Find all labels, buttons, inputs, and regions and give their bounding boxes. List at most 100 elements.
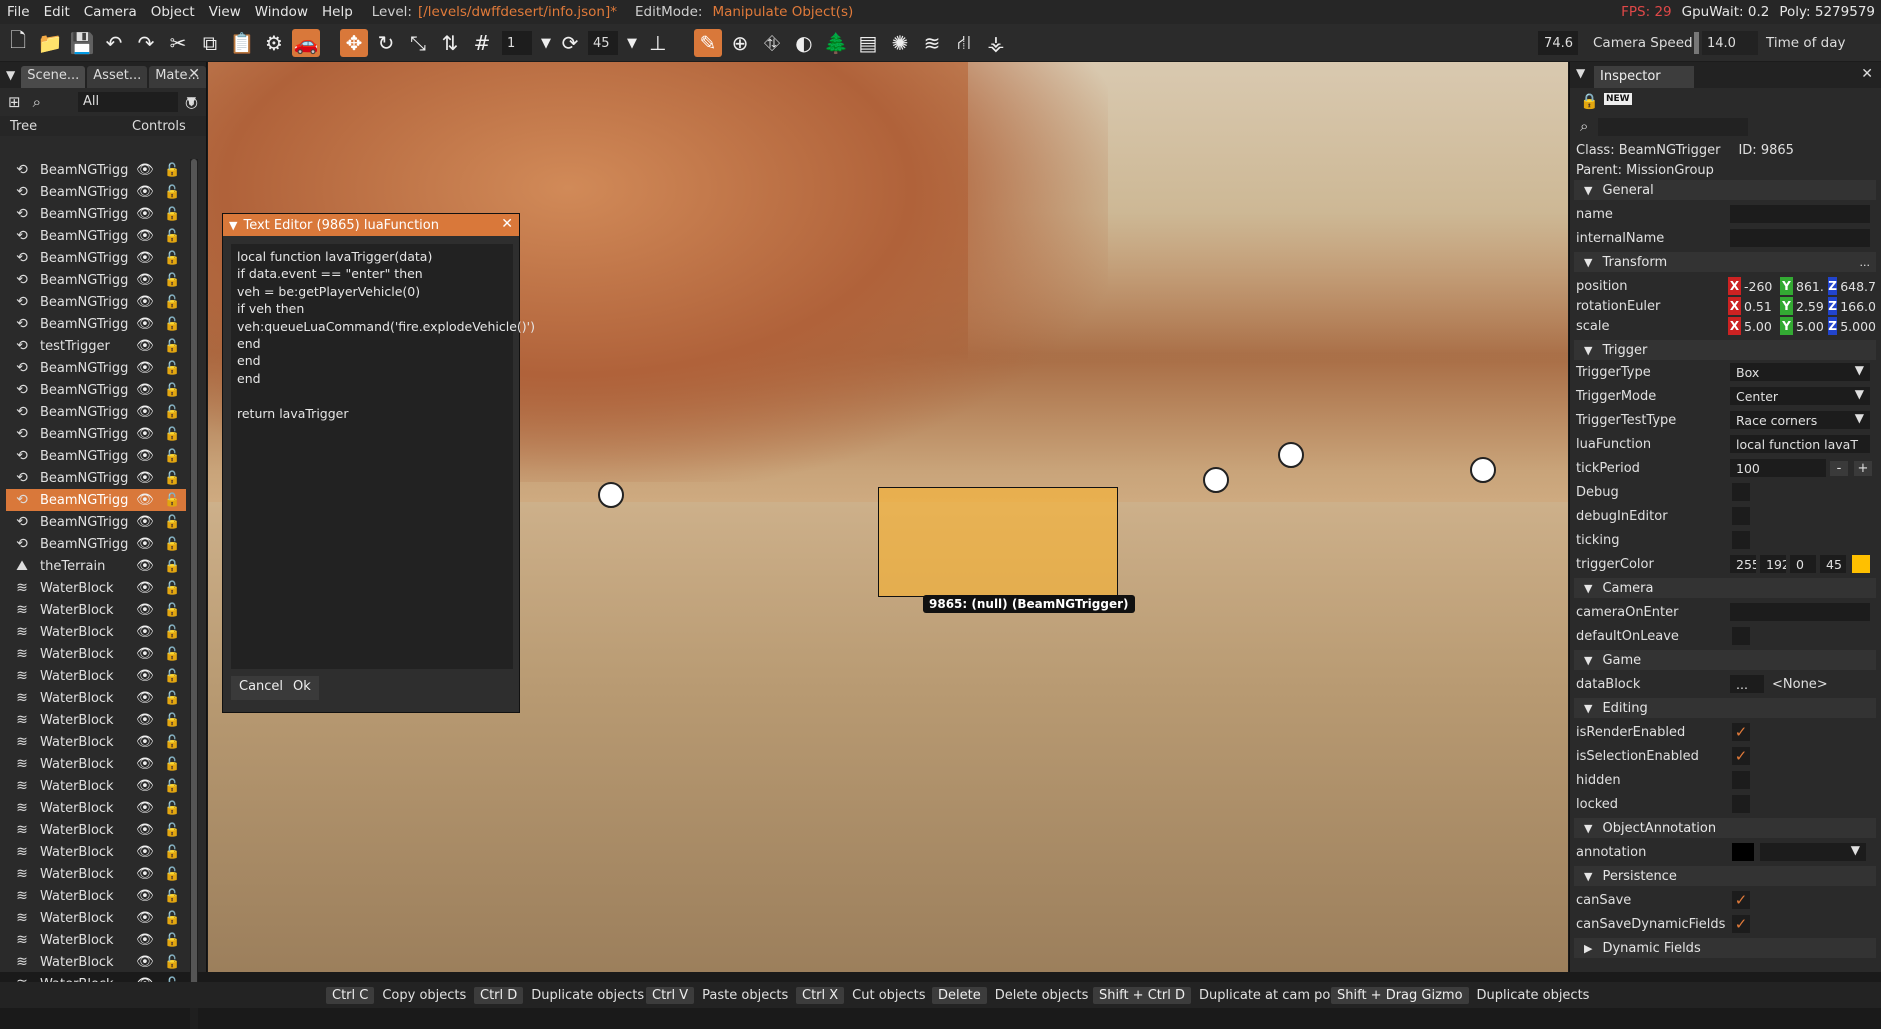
triggertesttype-select[interactable]: Race corners ▼	[1730, 411, 1870, 429]
trigger-marker-icon[interactable]	[1470, 457, 1496, 483]
tree-row[interactable]: ≋ WaterBlock 👁 🔓	[6, 951, 186, 973]
tree-row[interactable]: ⟲ BeamNGTrigg 👁 🔓	[6, 445, 186, 467]
drop-to-ground-icon[interactable]: ⊥	[644, 29, 672, 57]
lock-open-icon[interactable]: 🔓	[164, 669, 180, 684]
tree-row[interactable]: ⟲ BeamNGTrigg 👁 🔓	[6, 203, 186, 225]
lock-open-icon[interactable]: 🔓	[164, 229, 180, 244]
lock-open-icon[interactable]: 🔓	[164, 537, 180, 552]
scale-y-input[interactable]: Y 5.00	[1780, 317, 1826, 335]
tree-row[interactable]: ⟲ BeamNGTrigg 👁 🔓	[6, 225, 186, 247]
visibility-eye-icon[interactable]: 👁	[136, 580, 154, 596]
visibility-eye-icon[interactable]: 👁	[136, 778, 154, 794]
chevron-down-icon[interactable]: ▼	[618, 29, 646, 57]
tree-row[interactable]: ⟲ BeamNGTrigg 👁 🔓	[6, 357, 186, 379]
tree-row[interactable]: ⟲ BeamNGTrigg 👁 🔓	[6, 467, 186, 489]
edit-pencil-icon[interactable]: ✎	[694, 29, 722, 57]
menu-edit[interactable]: Edit	[37, 4, 77, 20]
visibility-eye-icon[interactable]: 👁	[136, 492, 154, 508]
menu-camera[interactable]: Camera	[77, 4, 144, 20]
lock-open-icon[interactable]: 🔓	[164, 295, 180, 310]
rotation-x-input[interactable]: X 0.51	[1728, 297, 1778, 315]
trigger-marker-icon[interactable]	[598, 482, 624, 508]
section-trigger[interactable]: ▼ Trigger	[1574, 340, 1876, 360]
tree-row[interactable]: ⟲ BeamNGTrigg 👁 🔓	[6, 269, 186, 291]
navmesh-icon[interactable]: ⚶	[982, 29, 1010, 57]
broadcast-icon[interactable]: ◎	[185, 93, 198, 111]
new-icon[interactable]: NEW	[1604, 93, 1632, 105]
visibility-eye-icon[interactable]: 👁	[136, 272, 154, 288]
new-file-icon[interactable]: 🗋	[4, 28, 32, 57]
lock-open-icon[interactable]: 🔓	[164, 647, 180, 662]
lock-open-icon[interactable]: 🔓	[164, 889, 180, 904]
visibility-eye-icon[interactable]: 👁	[136, 932, 154, 948]
lock-open-icon[interactable]: 🔓	[164, 911, 180, 926]
tree-row[interactable]: ≋ WaterBlock 👁 🔓	[6, 819, 186, 841]
ticking-checkbox[interactable]	[1732, 531, 1750, 549]
rotation-y-input[interactable]: Y 2.59	[1780, 297, 1826, 315]
cut-icon[interactable]: ✂	[164, 29, 192, 57]
tree-scrollbar[interactable]	[190, 159, 198, 1029]
section-camera[interactable]: ▼ Camera	[1574, 578, 1876, 598]
section-transform[interactable]: ▼ Transform...	[1574, 252, 1876, 272]
undo-icon[interactable]: ↶	[100, 29, 128, 57]
visibility-eye-icon[interactable]: 👁	[136, 228, 154, 244]
visibility-eye-icon[interactable]: 👁	[136, 162, 154, 178]
tree-row[interactable]: ≋ WaterBlock 👁 🔓	[6, 621, 186, 643]
tree-row[interactable]: ≋ WaterBlock 👁 🔓	[6, 929, 186, 951]
tree-row[interactable]: ⟲ BeamNGTrigg 👁 🔓	[6, 401, 186, 423]
lock-open-icon[interactable]: 🔓	[164, 515, 180, 530]
snap-value[interactable]: 1	[502, 31, 532, 55]
annotation-select[interactable]: ▼	[1760, 843, 1866, 861]
lock-open-icon[interactable]: 🔓	[164, 757, 180, 772]
visibility-eye-icon[interactable]: 👁	[136, 646, 154, 662]
search-icon[interactable]: ⌕	[33, 93, 41, 111]
tree-row[interactable]: ≋ WaterBlock 👁 🔓	[6, 841, 186, 863]
menu-help[interactable]: Help	[315, 4, 360, 20]
visibility-eye-icon[interactable]: 👁	[136, 470, 154, 486]
tree-row[interactable]: ⟲ BeamNGTrigg 👁 🔓	[6, 511, 186, 533]
checkmark-icon[interactable]: ✓	[1732, 747, 1750, 765]
lock-open-icon[interactable]: 🔓	[164, 339, 180, 354]
lock-open-icon[interactable]: 🔓	[164, 427, 180, 442]
lock-closed-icon[interactable]: 🔒	[164, 559, 180, 574]
lock-open-icon[interactable]: 🔓	[164, 933, 180, 948]
visibility-eye-icon[interactable]: 👁	[136, 536, 154, 552]
color-b-input[interactable]: 0	[1790, 555, 1816, 573]
lock-open-icon[interactable]: 🔓	[164, 713, 180, 728]
visibility-eye-icon[interactable]: 👁	[136, 184, 154, 200]
visibility-eye-icon[interactable]: 👁	[136, 954, 154, 970]
layers-icon[interactable]: ▤	[854, 29, 882, 57]
visibility-eye-icon[interactable]: 👁	[136, 844, 154, 860]
lock-open-icon[interactable]: 🔓	[164, 185, 180, 200]
tree-row[interactable]: ⟲ BeamNGTrigg 👁 🔓	[6, 489, 186, 511]
collapse-icon[interactable]: ▼	[229, 219, 237, 232]
triggermode-select[interactable]: Center ▼	[1730, 387, 1870, 405]
inspector-search-input[interactable]	[1598, 118, 1748, 136]
visibility-eye-icon[interactable]: 👁	[136, 624, 154, 640]
locked-checkbox[interactable]	[1732, 795, 1750, 813]
visibility-eye-icon[interactable]: 👁	[136, 690, 154, 706]
tree-row[interactable]: ⟲ BeamNGTrigg 👁 🔓	[6, 533, 186, 555]
forest-icon[interactable]: 🌲	[822, 29, 850, 57]
close-icon[interactable]: ✕	[1861, 66, 1873, 82]
add-object-icon[interactable]: ⊕	[726, 29, 754, 57]
checkmark-icon[interactable]: ✓	[1732, 723, 1750, 741]
lock-open-icon[interactable]: 🔓	[164, 317, 180, 332]
position-y-input[interactable]: Y 861.	[1780, 277, 1826, 295]
position-x-input[interactable]: X -260	[1728, 277, 1778, 295]
add-group-icon[interactable]: ⊞	[8, 93, 21, 111]
panel-menu-icon[interactable]: ▼	[1576, 66, 1585, 80]
color-swatch[interactable]	[1852, 555, 1870, 573]
trigger-marker-icon[interactable]	[1278, 442, 1304, 468]
triggertype-select[interactable]: Box ▼	[1730, 363, 1870, 381]
grid-snap-icon[interactable]: #	[468, 29, 496, 57]
increment-button[interactable]: +	[1854, 460, 1872, 476]
tree-row[interactable]: ⟲ BeamNGTrigg 👁 🔓	[6, 379, 186, 401]
lock-open-icon[interactable]: 🔓	[164, 163, 180, 178]
tree-row[interactable]: ⟲ BeamNGTrigg 👁 🔓	[6, 313, 186, 335]
tree-row[interactable]: ⟲ testTrigger 👁 🔓	[6, 335, 186, 357]
close-icon[interactable]: ✕	[188, 66, 200, 82]
visibility-eye-icon[interactable]: 👁	[136, 888, 154, 904]
lock-open-icon[interactable]: 🔓	[164, 405, 180, 420]
visibility-eye-icon[interactable]: 👁	[136, 316, 154, 332]
